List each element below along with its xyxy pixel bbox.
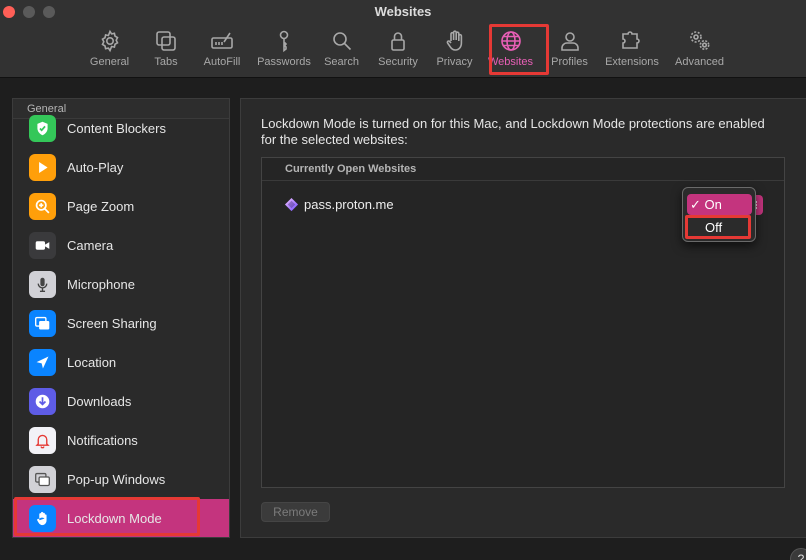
- sidebar-item-downloads[interactable]: Downloads: [13, 382, 229, 421]
- tab-tabs[interactable]: Tabs: [131, 26, 201, 72]
- table-header: Currently Open Websites: [262, 158, 784, 181]
- tab-label: Websites: [487, 56, 534, 68]
- sidebar-item-label: Lockdown Mode: [67, 511, 162, 526]
- tab-search[interactable]: Search: [324, 26, 359, 72]
- sidebar-item-label: Page Zoom: [67, 199, 135, 214]
- sidebar-item-label: Screen Sharing: [67, 316, 157, 331]
- autofill-icon: [211, 32, 233, 49]
- tab-advanced[interactable]: Advanced: [675, 26, 724, 72]
- sidebar-item-camera[interactable]: Camera: [13, 226, 229, 265]
- sidebar-item-microphone[interactable]: Microphone: [13, 265, 229, 304]
- lockdown-dropdown-menu: ✓ On Off: [682, 187, 756, 242]
- lockdown-description: Lockdown Mode is turned on for this Mac,…: [261, 116, 765, 147]
- location-arrow-icon: [29, 349, 56, 376]
- puzzle-icon: [622, 31, 640, 49]
- hand-raised-icon: [29, 505, 56, 532]
- checkmark-icon: ✓: [690, 197, 701, 212]
- play-icon: [29, 154, 56, 181]
- tab-label: Passwords: [257, 56, 311, 68]
- help-button[interactable]: ?: [790, 548, 806, 560]
- sidebar-item-label: Downloads: [67, 394, 132, 409]
- tab-websites[interactable]: Websites: [471, 26, 550, 72]
- option-label: Off: [705, 220, 723, 235]
- tab-label: Search: [324, 56, 359, 68]
- gears-icon: [689, 31, 709, 50]
- sidebar-item-popup-windows[interactable]: Pop-up Windows: [13, 460, 229, 499]
- camera-icon: [29, 232, 56, 259]
- tab-autofill[interactable]: AutoFill: [201, 26, 243, 72]
- sidebar-item-auto-play[interactable]: Auto-Play: [13, 148, 229, 187]
- option-label: On: [704, 197, 722, 212]
- microphone-icon: [29, 271, 56, 298]
- lock-icon: [391, 32, 405, 51]
- popup-windows-icon: [29, 466, 56, 493]
- site-domain: pass.proton.me: [304, 197, 394, 212]
- tab-label: Advanced: [675, 56, 724, 68]
- window-title: Websites: [374, 4, 432, 19]
- tabs-icon: [156, 31, 176, 51]
- zoom-icon: [29, 193, 56, 220]
- table-row[interactable]: pass.proton.me: [284, 197, 394, 212]
- window-toolbar: Websites General Tabs AutoFill Passwords…: [0, 0, 806, 78]
- tab-label: Profiles: [551, 56, 588, 68]
- sidebar-item-label: Notifications: [67, 433, 138, 448]
- sidebar-item-label: Camera: [67, 238, 114, 253]
- globe-icon: [500, 31, 521, 51]
- tab-passwords[interactable]: Passwords: [243, 26, 325, 72]
- sidebar-item-label: Pop-up Windows: [67, 472, 166, 487]
- sidebar-item-label: Location: [67, 355, 117, 370]
- tab-extensions[interactable]: Extensions: [589, 26, 675, 72]
- sidebar-item-page-zoom[interactable]: Page Zoom: [13, 187, 229, 226]
- tab-security[interactable]: Security: [358, 26, 438, 72]
- hand-icon: [446, 30, 462, 51]
- tab-profiles[interactable]: Profiles: [550, 26, 589, 72]
- sidebar-item-lockdown-mode[interactable]: Lockdown Mode: [13, 499, 229, 537]
- websites-settings-panel: Lockdown Mode is turned on for this Mac,…: [240, 98, 806, 538]
- key-icon: [279, 30, 289, 53]
- person-icon: [560, 32, 579, 51]
- dropdown-option-on[interactable]: ✓ On: [687, 194, 752, 215]
- tab-label: Tabs: [154, 56, 178, 68]
- tab-label: Extensions: [605, 56, 659, 68]
- sidebar-item-label: Auto-Play: [67, 160, 124, 175]
- sidebar-item-label: Microphone: [67, 277, 135, 292]
- bell-icon: [29, 427, 56, 454]
- sidebar: General Content Blockers Auto-Play Page …: [12, 98, 230, 538]
- proton-pass-icon: [284, 197, 299, 212]
- tab-label: General: [89, 56, 130, 68]
- sidebar-item-content-blockers[interactable]: Content Blockers: [13, 109, 229, 148]
- tab-general[interactable]: General: [88, 26, 131, 72]
- gear-icon: [100, 29, 119, 53]
- remove-button[interactable]: Remove: [261, 502, 330, 522]
- tab-privacy[interactable]: Privacy: [436, 26, 473, 72]
- tab-label: AutoFill: [203, 56, 241, 68]
- sidebar-item-notifications[interactable]: Notifications: [13, 421, 229, 460]
- preferences-toolbar: General Tabs AutoFill Passwords Search S…: [88, 26, 724, 72]
- tab-label: Security: [378, 56, 418, 68]
- download-icon: [29, 388, 56, 415]
- sidebar-item-label: Content Blockers: [67, 121, 166, 136]
- tab-label: Privacy: [436, 56, 473, 68]
- shield-check-icon: [29, 115, 56, 142]
- sidebar-item-screen-sharing[interactable]: Screen Sharing: [13, 304, 229, 343]
- dropdown-option-off[interactable]: Off: [687, 217, 752, 238]
- screen-sharing-icon: [29, 310, 56, 337]
- search-icon: [332, 32, 351, 51]
- sidebar-item-location[interactable]: Location: [13, 343, 229, 382]
